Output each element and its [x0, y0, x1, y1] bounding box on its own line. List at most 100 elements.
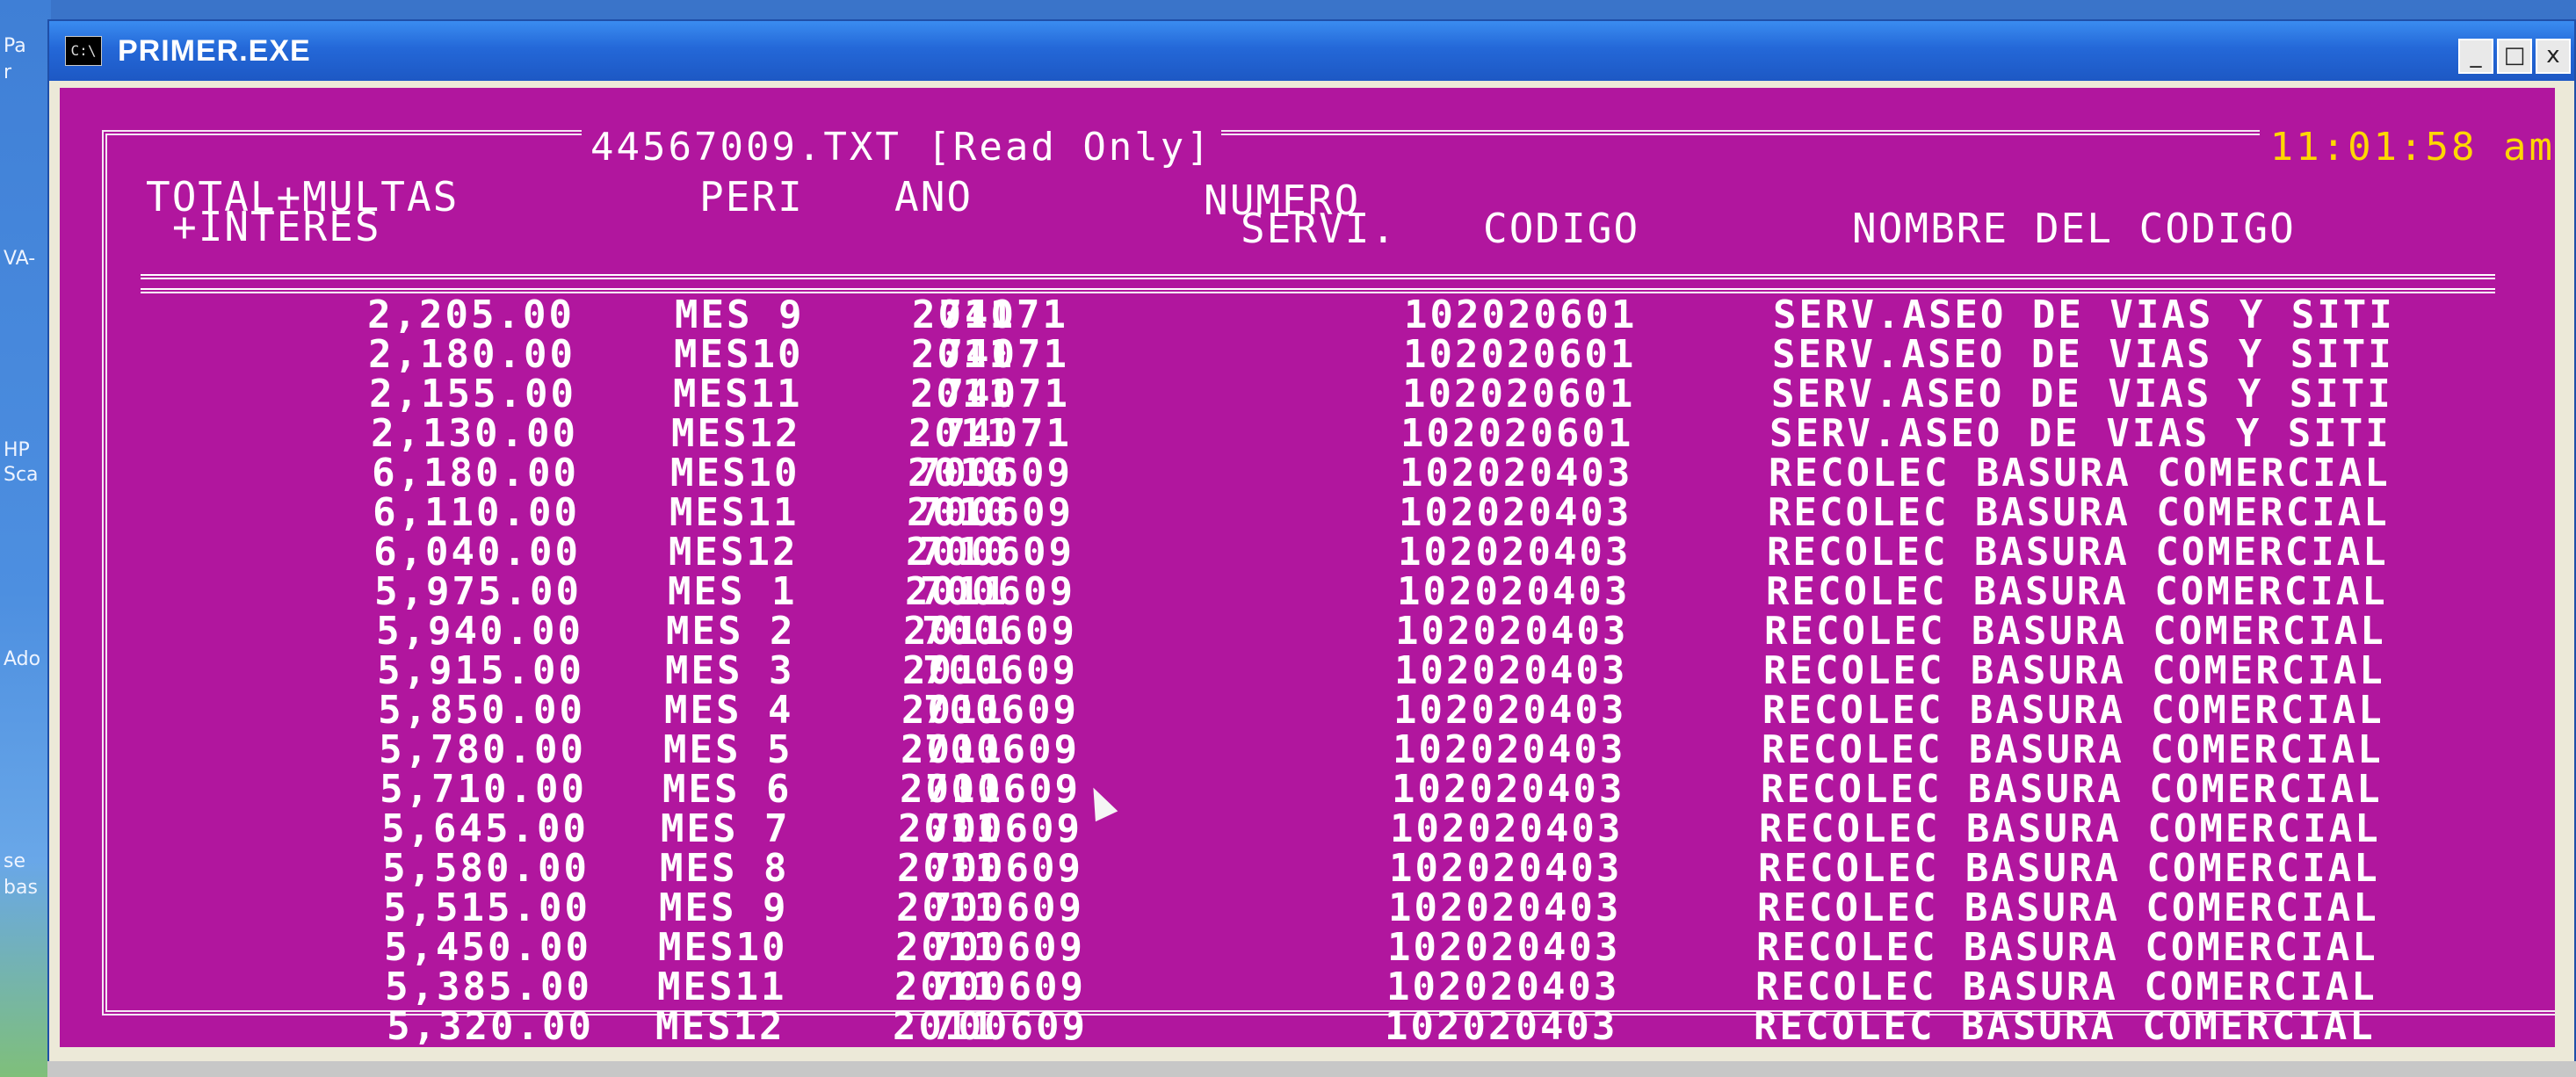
cell-periodo: MES10 — [670, 451, 800, 495]
table-row: 2,130.00 MES12 2011 74071 102020601 SERV.ASEO… — [60, 414, 2555, 453]
cell-numero-servicio: 700609 — [919, 530, 1075, 575]
cell-codigo: 102020403 — [1390, 806, 1624, 851]
cell-nombre-codigo: RECOLEC BASURA COMERCIAL — [1754, 1004, 2376, 1047]
cell-codigo: 102020403 — [1386, 965, 1620, 1009]
cell-total: 5,780.00 — [379, 727, 586, 772]
cell-numero-servicio: 74071 — [939, 332, 1069, 377]
cell-periodo: MES 6 — [662, 767, 792, 812]
desktop-icon-label[interactable]: HP — [4, 439, 49, 462]
table-row: 5,580.00 MES 8 2011 700609 102020403 RECOLEC … — [60, 849, 2555, 888]
table-row: 5,320.00 MES12 2011 700609 102020403 RECOLEC … — [60, 1007, 2555, 1046]
cell-nombre-codigo: SERV.ASEO DE VIAS Y SITI — [1769, 411, 2391, 456]
cell-periodo: MES 7 — [661, 806, 791, 851]
header-separator — [141, 274, 2495, 293]
cell-codigo: 102020403 — [1392, 767, 1625, 812]
table-row: 2,155.00 MES11 2011 74071 102020601 SERV.ASEO… — [60, 374, 2555, 414]
console-area[interactable]: 44567009.TXT [Read Only] 11:01:58 am TOT… — [60, 88, 2555, 1047]
cell-numero-servicio: 700609 — [917, 451, 1073, 495]
taskbar — [47, 1061, 2576, 1077]
cell-periodo: MES 3 — [665, 648, 795, 693]
desktop-icon-label[interactable]: se — [4, 850, 49, 873]
table-row: 5,915.00 MES 3 2011 700609 102020403 RECOLEC … — [60, 651, 2555, 690]
cell-total: 2,130.00 — [371, 411, 578, 456]
cell-numero-servicio: 74071 — [938, 293, 1068, 337]
console-app-icon[interactable]: C:\ — [65, 36, 102, 66]
cell-codigo: 102020403 — [1389, 846, 1623, 891]
close-button[interactable]: x — [2536, 39, 2571, 74]
cell-total: 5,975.00 — [374, 569, 582, 614]
cell-nombre-codigo: RECOLEC BASURA COMERCIAL — [1762, 688, 2384, 733]
data-rows: 2,205.00 MES 9 2011 74071 102020601 SERV.ASEO… — [60, 295, 2555, 1046]
cell-periodo: MES11 — [669, 490, 800, 535]
cell-numero-servicio: 700609 — [920, 569, 1075, 614]
cell-periodo: MES11 — [673, 372, 803, 416]
cell-total: 6,110.00 — [373, 490, 580, 535]
cell-codigo: 102020403 — [1387, 925, 1621, 970]
cell-nombre-codigo: RECOLEC BASURA COMERCIAL — [1764, 609, 2386, 654]
cell-codigo: 102020601 — [1404, 293, 1638, 337]
cell-total: 5,710.00 — [380, 767, 587, 812]
cell-periodo: MES10 — [674, 332, 804, 377]
cell-periodo: MES11 — [657, 965, 787, 1009]
cell-nombre-codigo: SERV.ASEO DE VIAS Y SITI — [1772, 332, 2394, 377]
cell-numero-servicio: 700609 — [923, 688, 1079, 733]
cell-numero-servicio: 74071 — [940, 372, 1070, 416]
console-window: C:\ PRIMER.EXE _ □ x 44567009.TXT [Read … — [47, 19, 2576, 1063]
table-row: 6,110.00 MES11 2010 700609 102020403 RECOLEC … — [60, 493, 2555, 532]
cell-nombre-codigo: RECOLEC BASURA COMERCIAL — [1762, 727, 2384, 772]
cell-periodo: MES 2 — [666, 609, 796, 654]
cell-total: 5,580.00 — [382, 846, 590, 891]
cell-nombre-codigo: RECOLEC BASURA COMERCIAL — [1768, 490, 2390, 535]
cell-numero-servicio: 700609 — [930, 925, 1085, 970]
cell-total: 6,180.00 — [372, 451, 579, 495]
title-bar[interactable]: C:\ PRIMER.EXE _ □ x — [49, 21, 2574, 81]
desktop-icon-label[interactable]: VA- — [4, 248, 49, 271]
cell-total: 5,515.00 — [383, 885, 590, 930]
cell-total: 5,450.00 — [384, 925, 591, 970]
cell-nombre-codigo: RECOLEC BASURA COMERCIAL — [1759, 806, 2381, 851]
table-row: 5,710.00 MES 6 2011 700609 102020403 RECOLEC … — [60, 770, 2555, 809]
cell-nombre-codigo: RECOLEC BASURA COMERCIAL — [1763, 648, 2385, 693]
cell-numero-servicio: 700609 — [930, 965, 1086, 1009]
table-row: 5,975.00 MES 1 2011 700609 102020403 RECOLEC … — [60, 572, 2555, 611]
clock-readout: 11:01:58 am — [2259, 128, 2555, 167]
header-nombre: NOMBRE DEL CODIGO — [1852, 205, 2296, 252]
cell-nombre-codigo: RECOLEC BASURA COMERCIAL — [1766, 569, 2388, 614]
cell-codigo: 102020403 — [1400, 451, 1633, 495]
cell-numero-servicio: 700609 — [928, 846, 1083, 891]
desktop-icon-label[interactable]: Pa — [4, 35, 49, 58]
desktop-icon-label[interactable]: r — [4, 61, 49, 84]
cell-periodo: MES 5 — [663, 727, 793, 772]
cell-codigo: 102020403 — [1393, 727, 1626, 772]
cell-codigo: 102020403 — [1385, 1004, 1618, 1047]
cell-numero-servicio: 700609 — [929, 885, 1084, 930]
cell-periodo: MES12 — [671, 411, 801, 456]
table-row: 5,780.00 MES 5 2011 700609 102020403 RECOLEC … — [60, 730, 2555, 770]
cell-nombre-codigo: RECOLEC BASURA COMERCIAL — [1756, 925, 2378, 970]
table-row: 6,180.00 MES10 2010 700609 102020403 RECOLEC … — [60, 453, 2555, 493]
cell-codigo: 102020403 — [1394, 648, 1628, 693]
cell-codigo: 102020403 — [1393, 688, 1627, 733]
cell-total: 5,850.00 — [378, 688, 585, 733]
cell-codigo: 102020403 — [1398, 530, 1632, 575]
cell-total: 5,915.00 — [377, 648, 584, 693]
header-codigo: CODIGO — [1483, 205, 1640, 252]
cell-codigo: 102020601 — [1400, 411, 1634, 456]
cell-nombre-codigo: RECOLEC BASURA COMERCIAL — [1758, 846, 2380, 891]
cell-nombre-codigo: RECOLEC BASURA COMERCIAL — [1761, 767, 2383, 812]
desktop-icon-label[interactable]: Sca — [4, 464, 49, 487]
cell-total: 2,205.00 — [367, 293, 575, 337]
cell-nombre-codigo: RECOLEC BASURA COMERCIAL — [1755, 965, 2377, 1009]
cell-numero-servicio: 700609 — [924, 727, 1080, 772]
table-row: 2,180.00 MES10 2011 74071 102020601 SERV.ASEO… — [60, 335, 2555, 374]
cell-codigo: 102020601 — [1402, 372, 1636, 416]
minimize-button[interactable]: _ — [2458, 39, 2493, 74]
desktop-icon-label[interactable]: bas — [4, 877, 49, 900]
desktop-icon-label[interactable]: Ado — [4, 648, 49, 671]
cell-codigo: 102020403 — [1397, 569, 1631, 614]
cell-periodo: MES 1 — [668, 569, 798, 614]
cell-periodo: MES 4 — [664, 688, 794, 733]
window-title: PRIMER.EXE — [118, 33, 311, 68]
cell-nombre-codigo: SERV.ASEO DE VIAS Y SITI — [1773, 293, 2395, 337]
maximize-button[interactable]: □ — [2497, 39, 2532, 74]
